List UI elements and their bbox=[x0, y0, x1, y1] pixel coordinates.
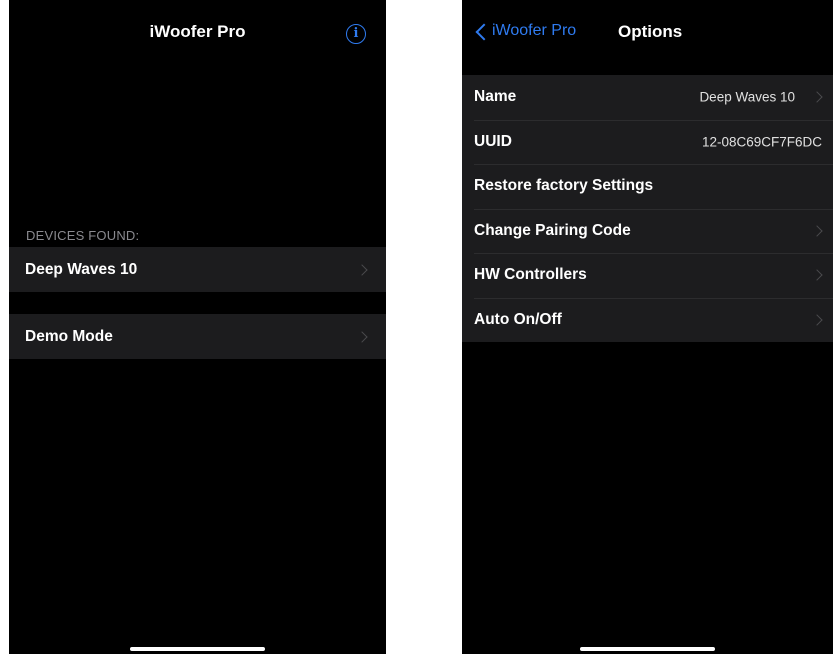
option-change-pairing-code[interactable]: Change Pairing Code bbox=[462, 208, 833, 254]
info-icon[interactable]: i bbox=[346, 24, 366, 44]
devices-screen: iWoofer Pro i DEVICES FOUND: Deep Waves … bbox=[9, 0, 386, 654]
chevron-right-icon bbox=[356, 330, 368, 343]
options-screen: iWoofer Pro Options Name Deep Waves 10 U… bbox=[462, 0, 833, 654]
page-title: Options bbox=[618, 22, 683, 41]
demo-mode-row[interactable]: Demo Mode bbox=[9, 314, 386, 359]
chevron-right-icon bbox=[356, 263, 368, 276]
option-restore-factory-settings[interactable]: Restore factory Settings bbox=[462, 164, 833, 209]
chevron-left-icon bbox=[475, 23, 493, 41]
demo-mode-label: Demo Mode bbox=[25, 327, 113, 345]
options-list: Name Deep Waves 10 UUID 12-08C69CF7F6DC … bbox=[462, 75, 833, 342]
option-value: 12-08C69CF7F6DC bbox=[701, 134, 822, 150]
option-hw-controllers[interactable]: HW Controllers bbox=[462, 253, 833, 298]
option-label: UUID bbox=[474, 132, 512, 150]
home-indicator bbox=[580, 647, 715, 651]
option-label: Auto On/Off bbox=[474, 310, 562, 328]
option-label: HW Controllers bbox=[474, 266, 587, 284]
chevron-right-icon bbox=[811, 91, 823, 103]
option-label: Restore factory Settings bbox=[474, 177, 654, 195]
option-label: Name bbox=[474, 88, 517, 106]
back-label: iWoofer Pro bbox=[492, 22, 577, 39]
device-row-label: Deep Waves 10 bbox=[25, 260, 138, 278]
device-row-deep-waves-10[interactable]: Deep Waves 10 bbox=[9, 247, 386, 292]
app-title: iWoofer Pro bbox=[149, 22, 246, 41]
home-indicator bbox=[130, 647, 265, 651]
option-uuid: UUID 12-08C69CF7F6DC bbox=[462, 119, 833, 165]
info-glyph: i bbox=[353, 26, 359, 41]
option-name[interactable]: Name Deep Waves 10 bbox=[462, 75, 833, 120]
option-auto-on-off[interactable]: Auto On/Off bbox=[462, 297, 833, 343]
option-value: Deep Waves 10 bbox=[699, 89, 795, 105]
option-label: Change Pairing Code bbox=[474, 221, 631, 239]
devices-found-header: DEVICES FOUND: bbox=[26, 228, 140, 243]
chevron-right-icon bbox=[811, 269, 823, 281]
chevron-right-icon bbox=[811, 225, 823, 237]
chevron-right-icon bbox=[811, 314, 823, 326]
